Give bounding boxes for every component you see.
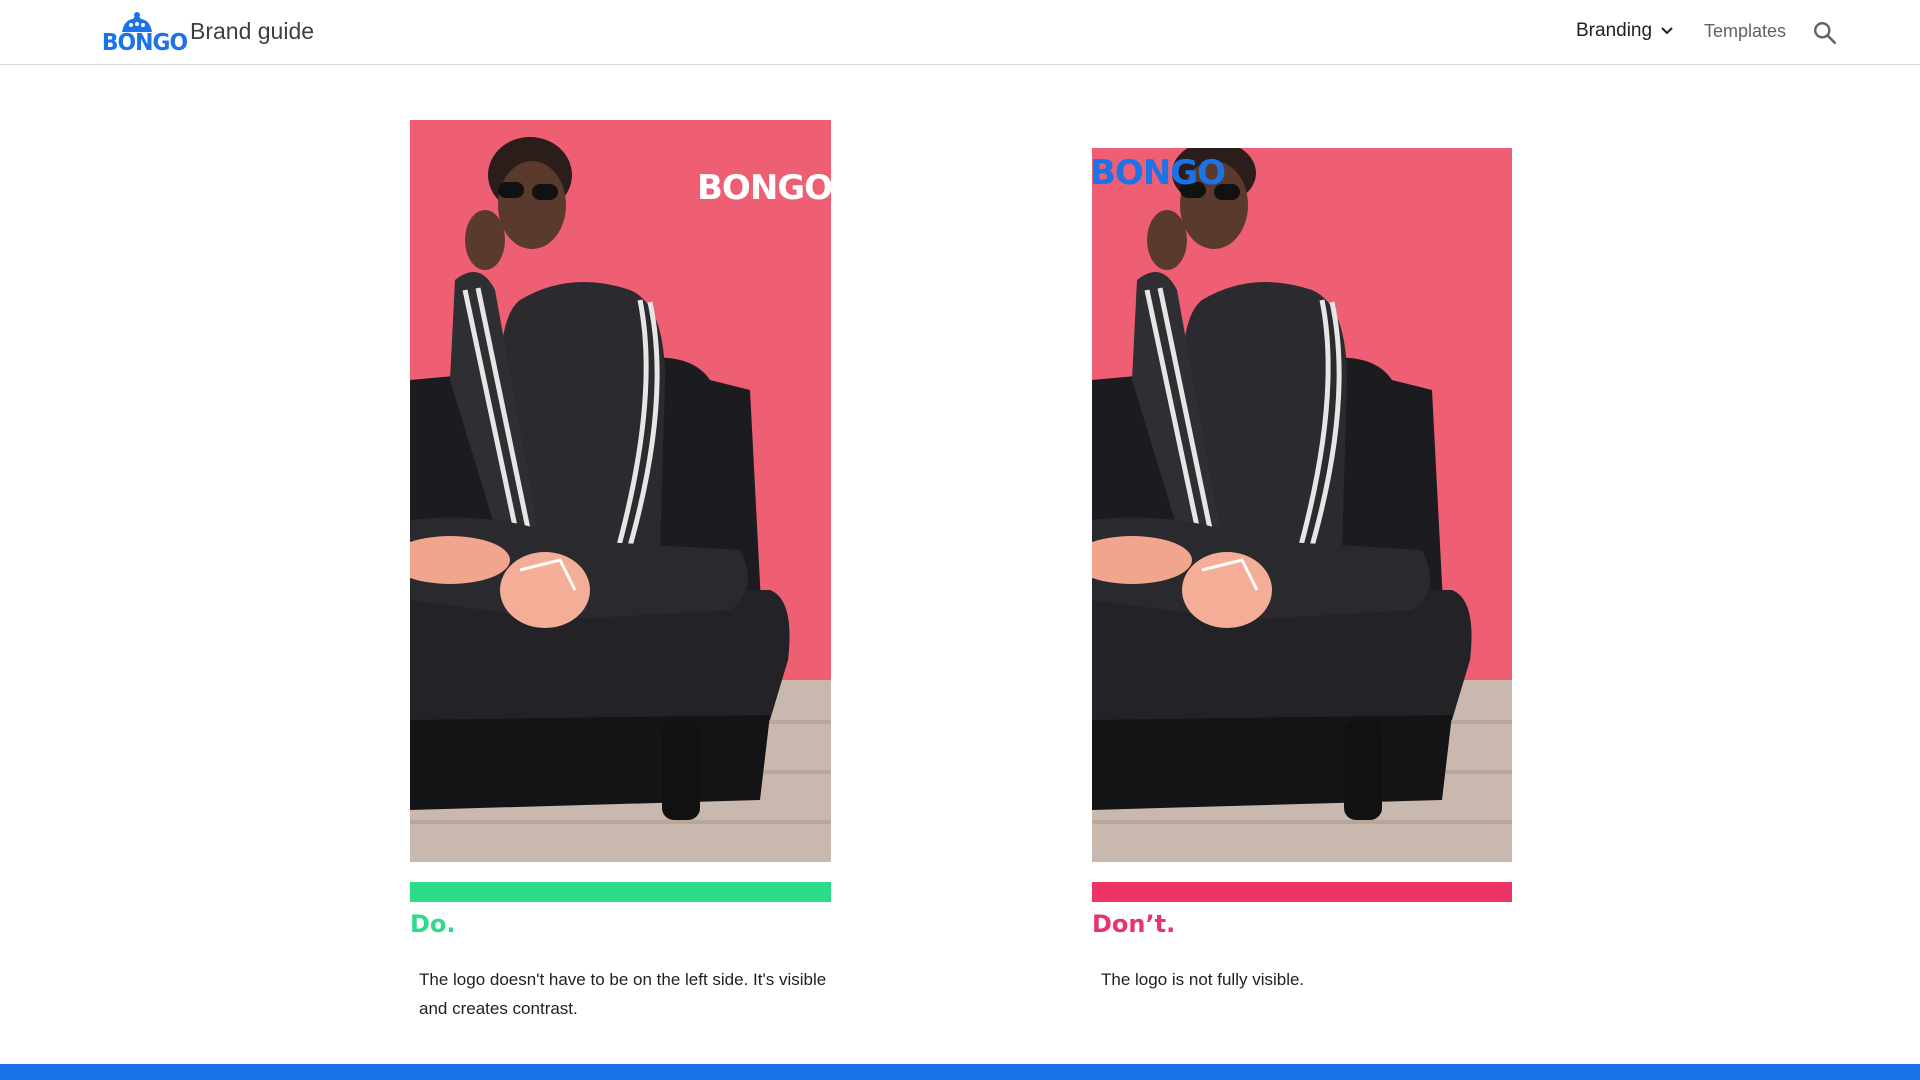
chevron-down-icon [1661, 27, 1673, 35]
do-heading: Do. [410, 910, 456, 938]
site-logo[interactable]: BONGO [100, 10, 188, 56]
nav-item-branding-label: Branding [1576, 20, 1653, 41]
overlay-logo-dont: BONGO [1092, 153, 1226, 193]
footer-bar [0, 1064, 1920, 1080]
dont-heading: Don’t. [1092, 910, 1176, 938]
do-description: The logo doesn't have to be on the left … [419, 970, 827, 1018]
nav-item-branding[interactable]: Branding [1576, 20, 1674, 42]
search-icon[interactable] [1812, 20, 1838, 46]
dont-color-bar [1092, 882, 1512, 902]
site-title[interactable]: Brand guide [190, 18, 314, 45]
nav-item-templates[interactable]: Templates [1704, 21, 1786, 42]
logo-wordmark: BONGO [101, 30, 188, 56]
dont-description: The logo is not fully visible. [1101, 970, 1305, 989]
person-on-chair-illustration [1092, 148, 1512, 862]
overlay-logo-do: BONGO [697, 168, 831, 208]
dont-example-image: BONGO [1092, 148, 1512, 862]
do-color-bar [410, 882, 831, 902]
person-on-chair-illustration [410, 120, 831, 862]
do-example-image: BONGO [410, 120, 831, 862]
site-header: BONGO Brand guide Branding Templates [0, 0, 1920, 65]
